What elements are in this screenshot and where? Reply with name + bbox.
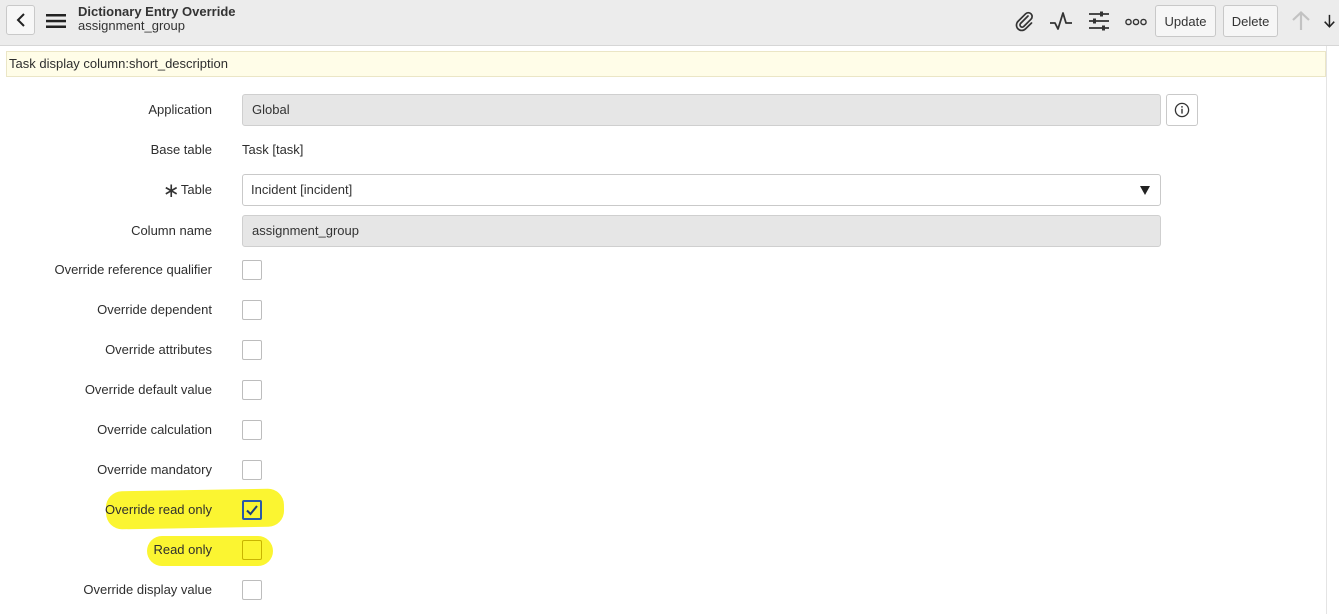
dropdown-arrow-icon [1140,186,1150,195]
override-mandatory-checkbox[interactable] [242,460,262,480]
info-icon [1174,102,1190,118]
column-name-label: Column name [131,223,212,238]
table-row: ∗ Table Incident [incident] [0,173,1339,207]
column-name-field: assignment_group [242,215,1161,247]
checkbox-label: Override reference qualifier [54,262,212,277]
table-select-value: Incident [incident] [251,182,353,197]
override-reference-qualifier-checkbox[interactable] [242,260,262,280]
table-select[interactable]: Incident [incident] [242,174,1161,206]
override-display-value-checkbox[interactable] [242,580,262,600]
override-read-only-row: Override read only [0,493,1339,527]
application-field: Global [242,94,1161,126]
activity-stream-button[interactable] [1049,10,1073,32]
override-display-value-row: Override display value [0,573,1339,607]
checkmark-icon [246,505,258,516]
base-table-label: Base table [150,142,212,157]
checkbox-label: Override display value [83,582,212,597]
next-record-button[interactable] [1324,10,1339,32]
checkbox-label: Override default value [84,382,212,397]
back-button[interactable] [6,5,35,35]
settings-sliders-icon [1089,11,1109,31]
activity-icon [1050,12,1072,30]
base-table-row: Base table Task [task] [0,133,1339,167]
more-icon [1125,18,1147,26]
delete-button[interactable]: Delete [1223,5,1278,37]
checkbox-label: Override attributes [105,342,212,357]
checkbox-label: Override dependent [97,302,212,317]
override-attributes-checkbox[interactable] [242,340,262,360]
override-dependent-row: Override dependent [0,293,1339,327]
application-info-button[interactable] [1166,94,1198,126]
record-subtitle: assignment_group [78,18,185,33]
scrollbar-divider [1326,46,1327,614]
override-mandatory-row: Override mandatory [0,453,1339,487]
read-only-checkbox[interactable] [242,540,262,560]
column-name-row: Column name assignment_group [0,214,1339,248]
back-icon [16,13,25,27]
menu-icon[interactable] [46,13,66,29]
attachment-button[interactable] [1012,10,1036,32]
override-read-only-checkbox[interactable] [242,500,262,520]
table-label-text: Table [180,182,212,197]
override-reference-qualifier-row: Override reference qualifier [0,253,1339,287]
info-message-bar: Task display column:short_description [6,51,1326,77]
form-header: Dictionary Entry Override assignment_gro… [0,0,1339,46]
checkbox-label: Override calculation [97,422,212,437]
checkbox-label: Read only [153,542,212,557]
arrow-down-icon [1324,14,1335,28]
base-table-value: Task [task] [242,142,304,157]
application-row: Application Global [0,93,1339,127]
update-button[interactable]: Update [1155,5,1216,37]
arrow-up-icon [1292,10,1310,30]
override-calculation-row: Override calculation [0,413,1339,447]
override-dependent-checkbox[interactable] [242,300,262,320]
more-options-button[interactable] [1124,10,1148,32]
application-label: Application [148,102,212,117]
override-default-value-row: Override default value [0,373,1339,407]
previous-record-button[interactable] [1289,10,1313,32]
read-only-row: Read only [0,533,1339,567]
form-title: Dictionary Entry Override [78,4,236,19]
mandatory-asterisk-icon: ∗ [162,180,180,202]
personalize-form-button[interactable] [1087,10,1111,32]
record-title: Dictionary Entry Override assignment_gro… [78,5,236,33]
paperclip-icon [1015,11,1033,32]
checkbox-label: Override read only [105,502,212,517]
checkbox-label: Override mandatory [97,462,212,477]
override-default-value-checkbox[interactable] [242,380,262,400]
table-label: ∗ Table [163,173,212,207]
override-attributes-row: Override attributes [0,333,1339,367]
override-calculation-checkbox[interactable] [242,420,262,440]
